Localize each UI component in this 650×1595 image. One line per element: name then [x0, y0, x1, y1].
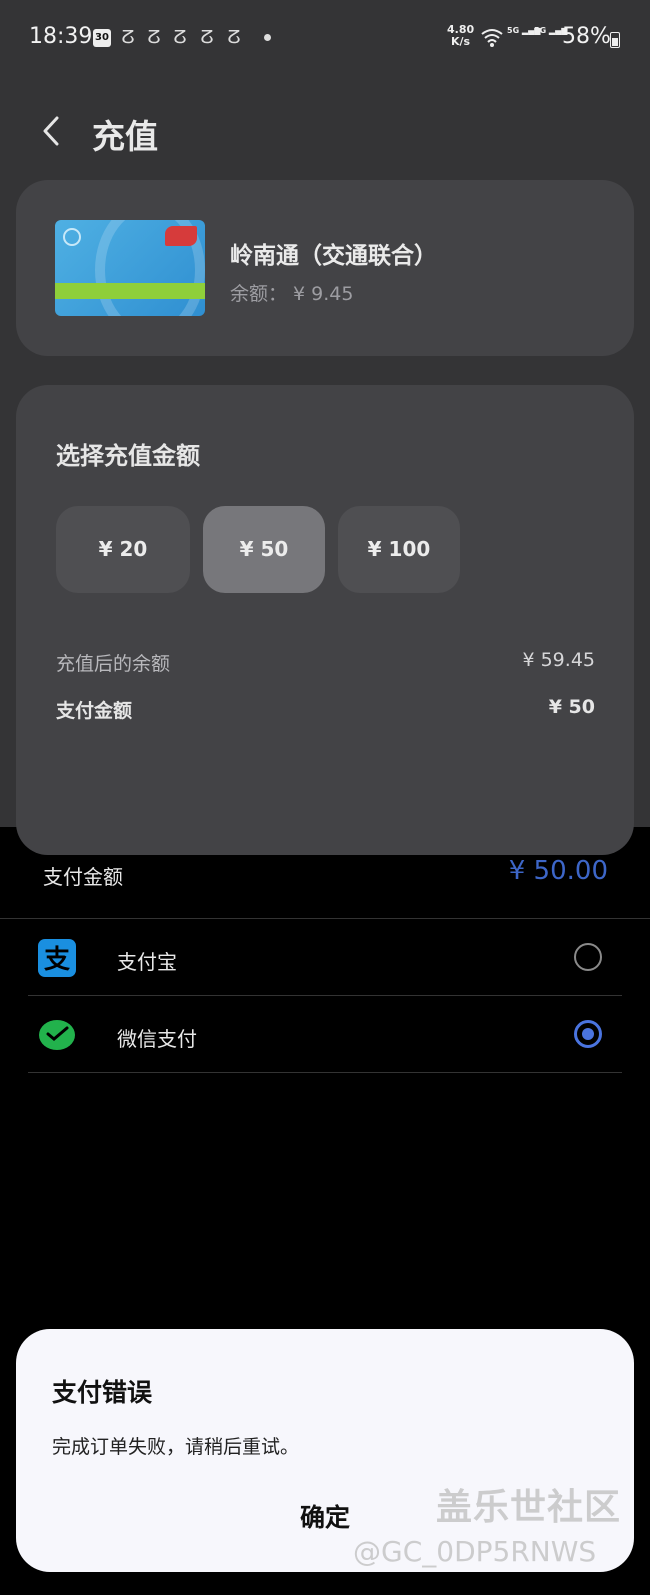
alipay-radio[interactable]: [574, 943, 602, 971]
wechat-radio[interactable]: [574, 1020, 602, 1048]
notification-icon: ⵒ: [200, 27, 214, 48]
battery-icon: [610, 32, 620, 48]
card-logo: [165, 226, 197, 246]
divider: [28, 995, 622, 996]
card-stripe: [55, 283, 205, 299]
amount-title: 选择充值金额: [56, 442, 200, 470]
notification-icon: ⵒ: [147, 27, 161, 48]
signal-type: 5G: [507, 26, 520, 35]
pay-amount-label: 支付金额: [56, 700, 133, 722]
dialog-title: 支付错误: [52, 1378, 153, 1407]
wechat-pay-icon: [39, 1020, 75, 1050]
amount-option-100[interactable]: ¥ 100: [338, 506, 460, 593]
more-notifications-dot: [264, 34, 271, 41]
divider: [28, 1072, 622, 1073]
battery-percent: 58%: [562, 24, 611, 49]
signal-type: 5G: [534, 26, 547, 35]
confirm-button[interactable]: 确定: [265, 1496, 385, 1540]
alipay-icon: 支: [38, 939, 76, 977]
wifi-icon: [481, 29, 503, 47]
pay-amount-value: ¥ 50: [548, 696, 595, 718]
payment-method-label[interactable]: 支付宝: [117, 946, 177, 975]
status-bar: 18:39 30 ⵒ ⵒ ⵒ ⵒ ⵒ 4.80 K/s 5G ▂▄▆ 5G ▂▄…: [0, 0, 650, 76]
page-title: 充值: [92, 117, 158, 156]
calendar-icon: 30: [93, 29, 111, 47]
balance-after-label: 充值后的余额: [56, 653, 171, 675]
transit-card-image: [55, 220, 205, 316]
sheet-amount-value: ¥ 50.00: [508, 856, 608, 886]
status-time: 18:39: [29, 24, 93, 49]
watermark-user: @GC_0DP5RNWS: [353, 1535, 597, 1568]
amount-option-20[interactable]: ¥ 20: [56, 506, 190, 593]
watermark-site: 盖乐世社区: [436, 1487, 622, 1528]
back-arrow-icon[interactable]: [38, 114, 68, 148]
card-name: 岭南通（交通联合）: [230, 243, 437, 269]
balance-after-value: ¥ 59.45: [522, 649, 595, 671]
svg-text:支: 支: [44, 945, 70, 975]
amount-option-50[interactable]: ¥ 50: [203, 506, 325, 593]
divider: [0, 918, 650, 919]
dialog-message: 完成订单失败，请稍后重试。: [52, 1436, 300, 1458]
card-emblem: [63, 228, 81, 246]
notification-icon: ⵒ: [121, 27, 135, 48]
card-balance: 余额： ¥ 9.45: [230, 283, 354, 305]
network-speed: 4.80 K/s: [447, 24, 474, 48]
notification-icon: ⵒ: [173, 27, 187, 48]
notification-icon: ⵒ: [227, 27, 241, 48]
network-speed-unit: K/s: [451, 35, 471, 48]
payment-method-label[interactable]: 微信支付: [117, 1023, 197, 1052]
sheet-amount-label: 支付金额: [43, 865, 123, 889]
